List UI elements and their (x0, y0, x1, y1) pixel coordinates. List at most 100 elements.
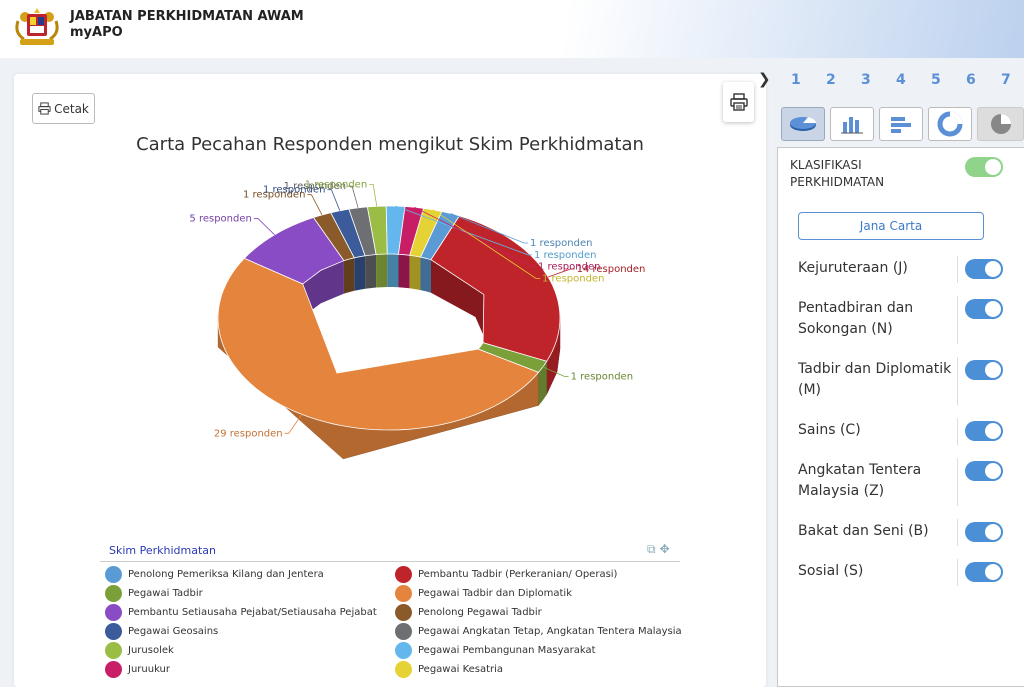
legend-item[interactable]: Pembantu Setiausaha Pejabat/Setiausaha P… (105, 604, 377, 621)
option-divider (957, 418, 958, 445)
legend-label: Pegawai Angkatan Tetap, Angkatan Tentera… (418, 626, 682, 637)
legend-label: Pembantu Setiausaha Pejabat/Setiausaha P… (128, 607, 377, 618)
legend-swatch (395, 642, 412, 659)
option-divider (957, 357, 958, 405)
legend-divider (100, 561, 680, 562)
donut-chart: 1 responden14 responden1 responden29 res… (189, 179, 645, 460)
legend-swatch (395, 585, 412, 602)
legend-item[interactable]: Pegawai Tadbir (105, 585, 203, 602)
label-leader (253, 218, 275, 236)
legend-item[interactable]: Pegawai Angkatan Tetap, Angkatan Tentera… (395, 623, 682, 640)
filter-panel: KLASIFIKASI PERKHIDMATAN Jana Carta Keju… (777, 147, 1024, 687)
page-link-7[interactable]: 7 (1001, 72, 1011, 88)
label-leader (327, 189, 341, 211)
page-link-3[interactable]: 3 (861, 72, 871, 88)
slice-inner-wall (354, 255, 366, 291)
slice-inner-wall (398, 254, 410, 289)
legend-tools: ⧉✥ (647, 542, 674, 557)
legend-swatch (105, 585, 122, 602)
classification-label: KLASIFIKASI PERKHIDMATAN (790, 158, 885, 189)
legend-swatch (105, 566, 122, 583)
filter-toggle[interactable] (965, 562, 1003, 582)
bar-chart-icon (841, 117, 863, 134)
data-label: 1 responden (530, 238, 592, 249)
filter-option-label: Pentadbiran dan Sokongan (N) (798, 300, 914, 337)
data-label: 5 responden (189, 213, 251, 224)
legend-item[interactable]: Pegawai Tadbir dan Diplomatik (395, 585, 572, 602)
filter-option-label: Sosial (S) (798, 563, 864, 579)
data-label: 1 responden (305, 179, 367, 190)
page-link-6[interactable]: 6 (966, 72, 976, 88)
filter-option-label: Kejuruteraan (J) (798, 260, 908, 276)
jana-carta-button[interactable]: Jana Carta (798, 212, 984, 240)
legend-item[interactable]: Pembantu Tadbir (Perkeranian/ Operasi) (395, 566, 617, 583)
copy-icon[interactable]: ⧉ (647, 542, 660, 556)
option-divider (957, 458, 958, 506)
legend-item[interactable]: Pegawai Pembangunan Masyarakat (395, 642, 596, 659)
legend-label: Pegawai Tadbir (128, 588, 203, 599)
filter-option-label: Tadbir dan Diplomatik (M) (798, 361, 952, 398)
legend-item[interactable]: Pegawai Kesatria (395, 661, 503, 678)
legend-item[interactable]: Penolong Pegawai Tadbir (395, 604, 542, 621)
filter-toggle[interactable] (965, 259, 1003, 279)
legend-item[interactable]: Juruukur (105, 661, 170, 678)
legend-label: Pegawai Pembangunan Masyarakat (418, 645, 596, 656)
chart-type-button-horizontal-bar[interactable] (879, 107, 923, 141)
data-label: 29 responden (214, 428, 283, 439)
move-icon[interactable]: ✥ (660, 542, 674, 556)
legend-label: Pegawai Tadbir dan Diplomatik (418, 588, 572, 599)
slice-inner-wall (343, 257, 355, 294)
data-label: 1 responden (571, 372, 633, 383)
slice-inner-wall (420, 257, 431, 293)
filter-toggle[interactable] (965, 461, 1003, 481)
legend-swatch (105, 642, 122, 659)
data-label: 1 responden (534, 250, 596, 261)
legend-swatch (395, 661, 412, 678)
pie-icon (990, 114, 1011, 134)
legend-label: Juruukur (128, 664, 171, 675)
legend-swatch (395, 566, 412, 583)
page-link-2[interactable]: 2 (826, 72, 836, 88)
legend-label: Jurusolek (128, 645, 174, 656)
option-divider (957, 296, 958, 344)
page-link-4[interactable]: 4 (896, 72, 906, 88)
legend-item[interactable]: Jurusolek (105, 642, 174, 659)
classification-toggle[interactable] (965, 157, 1003, 177)
slice-inner-wall (365, 254, 377, 289)
legend-label: Pembantu Tadbir (Perkeranian/ Operasi) (418, 569, 618, 580)
legend-label: Penolong Pemeriksa Kilang dan Jentera (128, 569, 324, 580)
chart-type-button-pie[interactable] (977, 107, 1024, 141)
label-leader (307, 194, 323, 216)
legend-label: Penolong Pegawai Tadbir (418, 607, 542, 618)
filter-toggle[interactable] (965, 299, 1003, 319)
legend-item[interactable]: Pegawai Geosains (105, 623, 218, 640)
chart-type-button-bar-chart[interactable] (830, 107, 874, 141)
chart-type-button-donut[interactable] (928, 107, 972, 141)
filter-toggle[interactable] (965, 522, 1003, 542)
legend-swatch (395, 623, 412, 640)
filter-toggle[interactable] (965, 360, 1003, 380)
legend-swatch (105, 661, 122, 678)
horizontal-bar-icon (891, 117, 911, 133)
filter-option-label: Angkatan Tentera Malaysia (Z) (798, 462, 922, 499)
page-link-5[interactable]: 5 (931, 72, 941, 88)
legend-label: Pegawai Kesatria (418, 664, 504, 675)
legend-swatch (105, 604, 122, 621)
legend-title: Skim Perkhidmatan (109, 544, 217, 557)
data-label: 1 responden (542, 273, 604, 284)
filter-toggle[interactable] (965, 421, 1003, 441)
legend-item[interactable]: Penolong Pemeriksa Kilang dan Jentera (105, 566, 324, 583)
page-link-1[interactable]: 1 (791, 72, 801, 88)
label-leader (369, 183, 378, 207)
filter-option-label: Sains (C) (798, 422, 861, 438)
data-label: 1 responden (538, 262, 600, 273)
slice-inner-wall (387, 254, 399, 288)
filter-option-label: Bakat dan Seni (B) (798, 523, 929, 539)
option-divider (957, 256, 958, 283)
slice-inner-wall (409, 255, 421, 291)
legend-swatch (105, 623, 122, 640)
chart-type-button-pie-3d[interactable] (781, 107, 825, 141)
pie-3d-icon (790, 117, 817, 131)
legend-label: Pegawai Geosains (128, 626, 219, 637)
chevron-right-icon[interactable]: ❯ (758, 70, 771, 88)
